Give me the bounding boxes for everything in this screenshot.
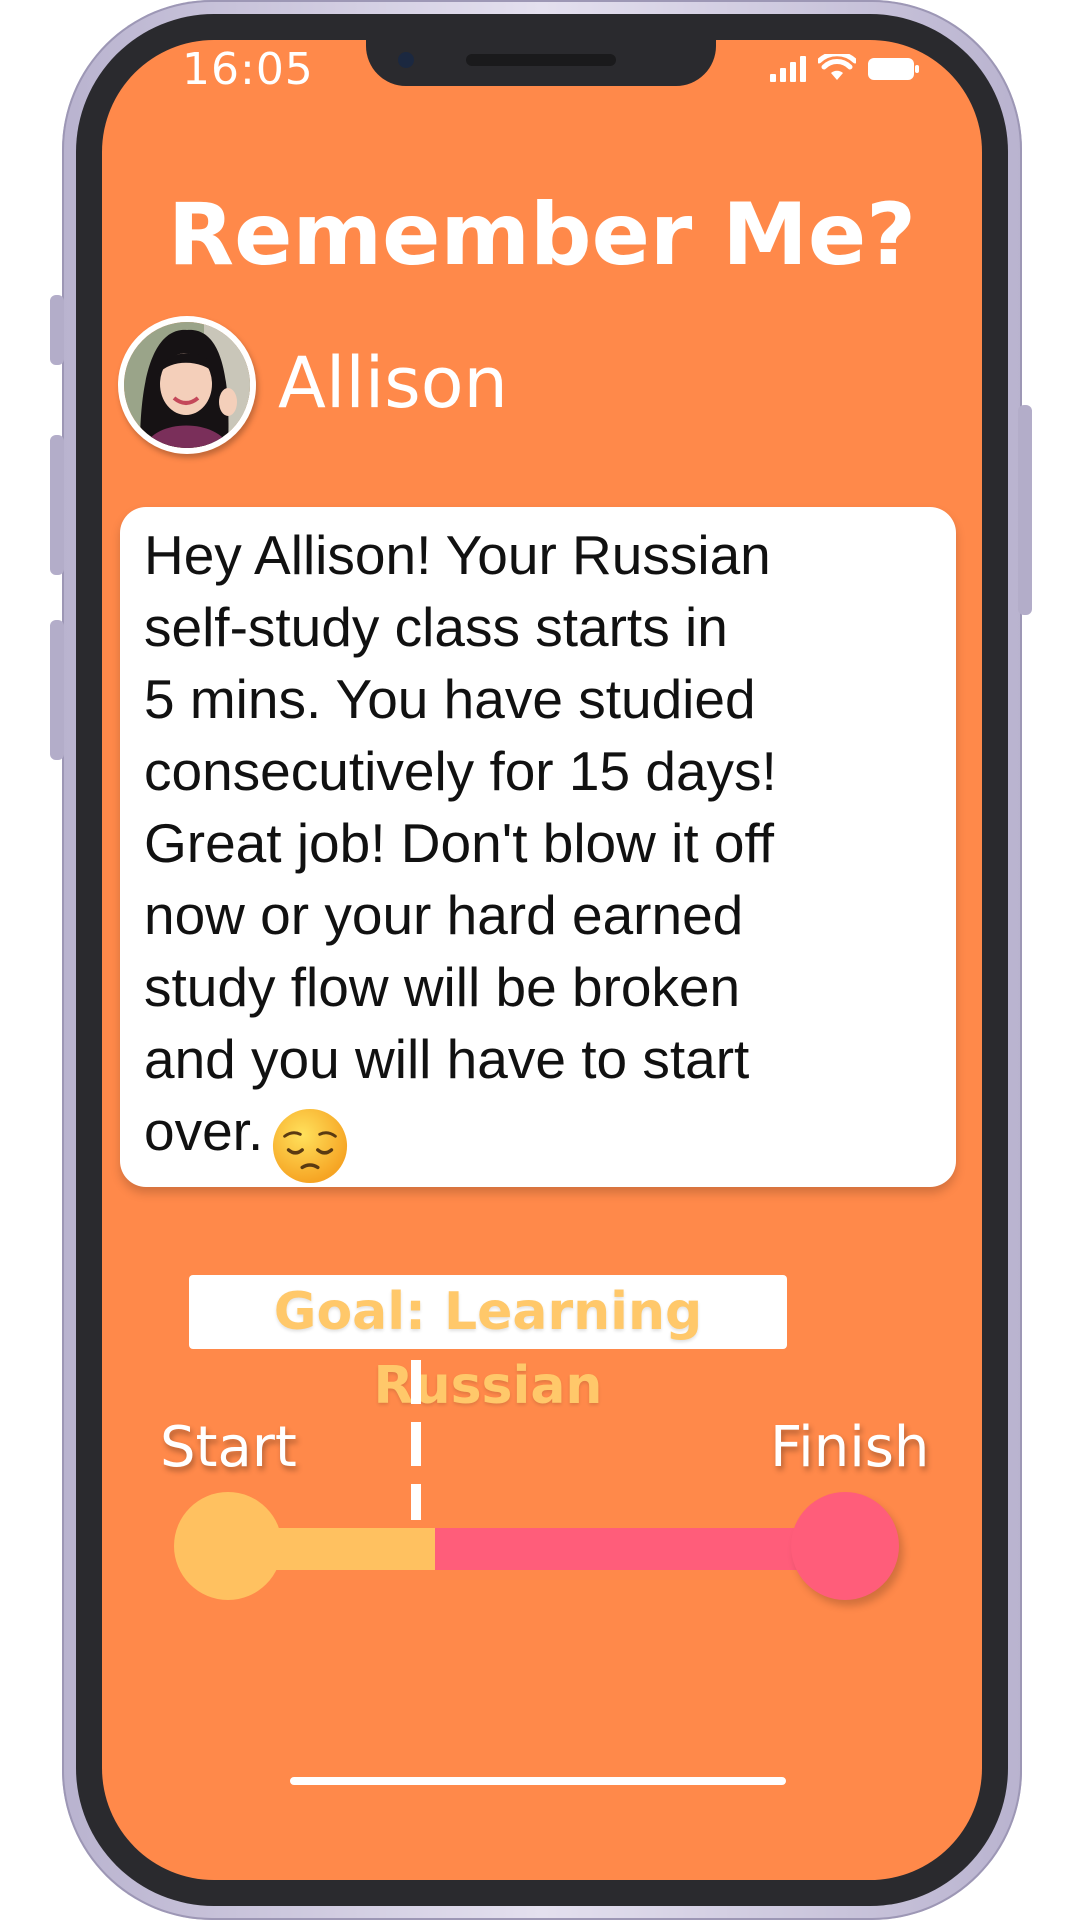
- message-text: Hey Allison! Your Russian self-study cla…: [144, 524, 777, 1162]
- volume-down-button: [50, 620, 64, 760]
- progress-marker: [411, 1360, 421, 1520]
- wifi-icon: [818, 54, 856, 80]
- message-card: Hey Allison! Your Russian self-study cla…: [120, 507, 956, 1187]
- home-indicator[interactable]: [290, 1777, 786, 1785]
- avatar-photo: [124, 322, 250, 448]
- screen: 16:05 Remember Me? Allison Hey Allison! …: [102, 40, 982, 1880]
- goal-label: Goal: Learning Russian: [189, 1275, 787, 1416]
- status-icons: [770, 54, 920, 82]
- progress-finish-dot: [791, 1492, 899, 1600]
- status-time: 16:05: [182, 44, 314, 95]
- progress-finish-label: Finish: [770, 1415, 930, 1480]
- battery-icon: [868, 58, 919, 80]
- volume-up-button: [50, 435, 64, 575]
- user-name: Allison: [278, 342, 508, 424]
- silent-switch: [50, 295, 64, 365]
- progress-start-dot: [174, 1492, 282, 1600]
- progress-start-label: Start: [160, 1415, 297, 1480]
- avatar[interactable]: [118, 316, 256, 454]
- progress-bar: [221, 1528, 869, 1570]
- notch: [366, 40, 716, 86]
- front-camera-icon: [398, 52, 414, 68]
- pensive-face-icon: [273, 1108, 348, 1183]
- speaker-grille: [466, 54, 616, 66]
- page-title: Remember Me?: [167, 185, 917, 285]
- signal-icon: [770, 56, 806, 82]
- power-button: [1018, 405, 1032, 615]
